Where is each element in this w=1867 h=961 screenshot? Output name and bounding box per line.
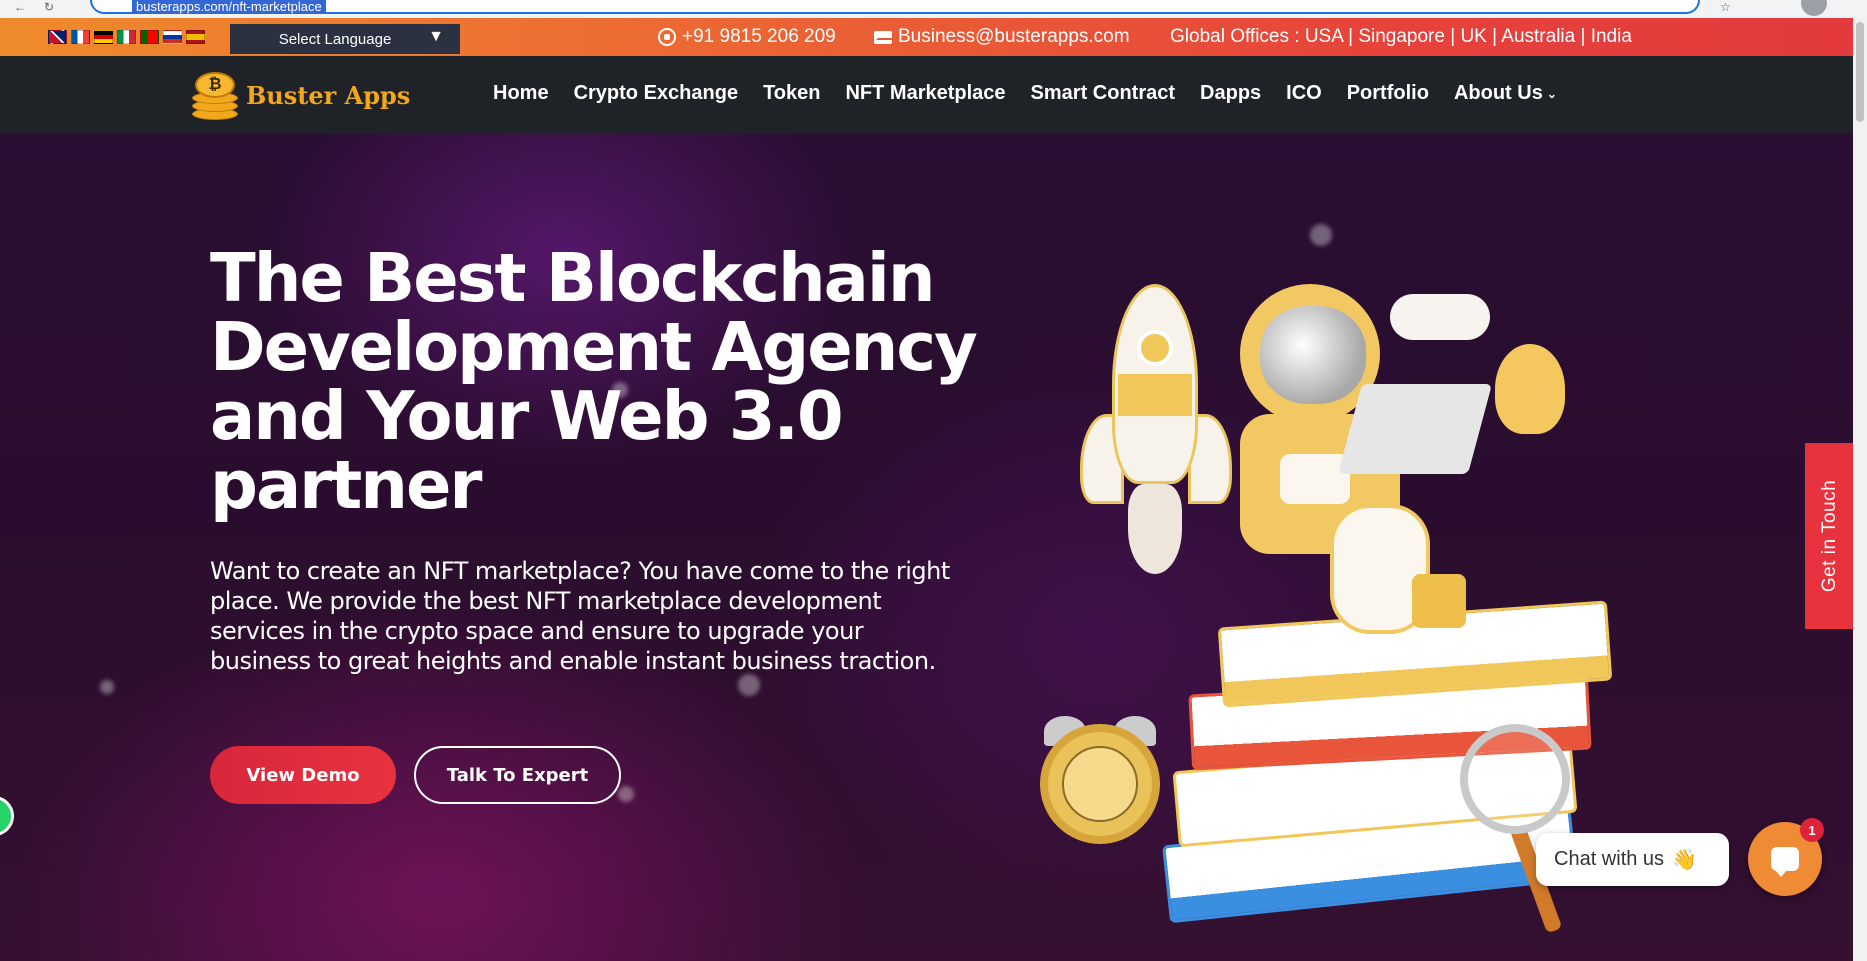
wave-icon: 👋 [1672, 849, 1697, 871]
talk-to-expert-button[interactable]: Talk To Expert [414, 746, 621, 804]
nav-about-us-label: About Us [1453, 82, 1543, 104]
hero-description: Want to create an NFT marketplace? You h… [210, 557, 950, 675]
mail-icon [874, 30, 894, 44]
chat-icon [1771, 847, 1799, 877]
back-icon[interactable]: ← [14, 0, 26, 14]
site-logo[interactable]: ₿ Buster Apps [190, 70, 410, 120]
view-demo-button[interactable]: View Demo [210, 746, 396, 804]
flag-russian[interactable] [163, 30, 182, 44]
chat-prompt[interactable]: Chat with us 👋 [1536, 833, 1729, 886]
flag-english[interactable] [48, 30, 67, 44]
nav-home[interactable]: Home [493, 82, 549, 105]
get-in-touch-tab[interactable]: Get in Touch [1805, 443, 1855, 629]
dropdown-arrow-icon: ▼ [428, 28, 444, 45]
logo-coin-icon: ₿ [190, 70, 240, 120]
nav-about-us[interactable]: About Us ⌄ [1454, 82, 1557, 105]
lightbulb-icon [1495, 344, 1565, 434]
nav-token[interactable]: Token [763, 82, 820, 105]
sparkle [618, 786, 634, 802]
language-flags [48, 30, 205, 44]
email-contact[interactable]: Business@busterapps.com [874, 26, 1130, 48]
whatsapp-icon [658, 28, 676, 46]
rocket-band [1118, 374, 1192, 416]
phone-contact[interactable]: +91 9815 206 209 [658, 26, 836, 48]
profile-avatar[interactable] [1801, 0, 1827, 16]
sparkle [100, 680, 114, 694]
mug-icon [1412, 574, 1466, 628]
flag-french[interactable] [71, 30, 90, 44]
nav-dapps[interactable]: Dapps [1200, 82, 1261, 105]
cloud-icon [1390, 294, 1490, 340]
offices-text: Global Offices : USA | Singapore | UK | … [1170, 26, 1632, 47]
scrollbar-thumb[interactable] [1856, 22, 1864, 122]
laptop-icon [1337, 384, 1493, 474]
nav-portfolio[interactable]: Portfolio [1347, 82, 1429, 105]
address-bar[interactable]: busterapps.com/nft-marketplace [90, 0, 1700, 14]
astronaut-illustration [1040, 284, 1613, 934]
rocket-flame [1128, 484, 1182, 574]
reload-icon[interactable]: ↻ [44, 0, 54, 14]
star-icon[interactable]: ☆ [1720, 0, 1731, 14]
browser-toolbar: ← ↻ busterapps.com/nft-marketplace ☆ [0, 0, 1867, 18]
nav-smart-contract[interactable]: Smart Contract [1031, 82, 1175, 105]
page-scrollbar[interactable] [1853, 18, 1867, 961]
email-address[interactable]: Business@busterapps.com [898, 26, 1130, 48]
chat-label: Chat with us [1554, 848, 1665, 870]
flag-italian[interactable] [117, 30, 136, 44]
chevron-down-icon: ⌄ [1546, 86, 1557, 101]
address-text[interactable]: busterapps.com/nft-marketplace [132, 0, 326, 14]
alarm-clock-icon [1040, 724, 1160, 844]
flag-german[interactable] [94, 30, 113, 44]
phone-number[interactable]: +91 9815 206 209 [682, 26, 836, 48]
nav-menu: Home Crypto Exchange Token NFT Marketpla… [493, 82, 1557, 105]
nav-ico[interactable]: ICO [1286, 82, 1322, 105]
sparkle [738, 674, 760, 696]
top-info-bar: Select Language ▼ +91 9815 206 209 Busin… [0, 18, 1867, 56]
chat-notification-badge: 1 [1800, 818, 1824, 842]
logo-text: Buster Apps [246, 80, 411, 110]
flag-spanish[interactable] [186, 30, 205, 44]
rocket-window [1137, 330, 1173, 366]
main-navbar: ₿ Buster Apps Home Crypto Exchange Token… [0, 56, 1867, 134]
sparkle [1310, 224, 1332, 246]
clock-face [1062, 746, 1138, 822]
hero-title: The Best Blockchain Development Agency a… [210, 239, 978, 524]
language-select-label: Select Language [278, 30, 392, 48]
astronaut-chest [1280, 454, 1350, 504]
language-select[interactable]: Select Language ▼ [230, 24, 460, 54]
global-offices: Global Offices : USA | Singapore | UK | … [1170, 26, 1632, 48]
get-in-touch-label: Get in Touch [1819, 479, 1841, 593]
flag-portuguese[interactable] [140, 30, 159, 44]
nav-crypto-exchange[interactable]: Crypto Exchange [574, 82, 738, 105]
nav-nft-marketplace[interactable]: NFT Marketplace [845, 82, 1005, 105]
logo-symbol: ₿ [195, 72, 235, 98]
astronaut-visor [1260, 306, 1366, 404]
magnifier-icon [1460, 724, 1570, 834]
